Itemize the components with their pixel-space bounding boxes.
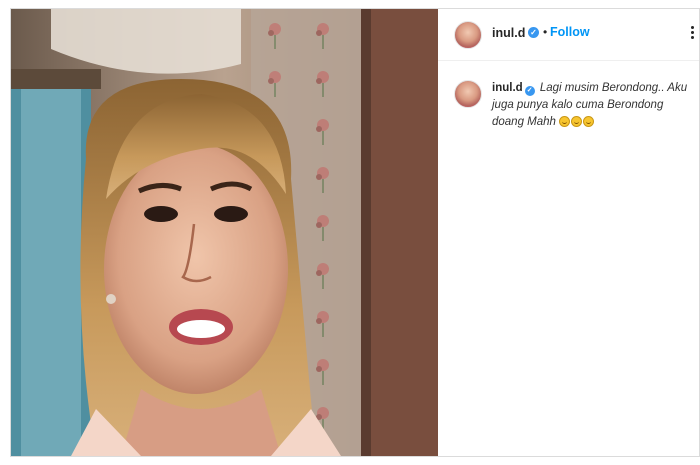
caption-username[interactable]: inul.d	[492, 82, 523, 94]
author-avatar[interactable]	[454, 21, 482, 49]
author-username[interactable]: inul.d	[492, 26, 525, 40]
more-options-icon[interactable]	[691, 26, 700, 40]
verified-badge-icon: ✓	[528, 27, 539, 38]
verified-badge-icon: ✓	[524, 86, 535, 96]
instagram-post: inul.d ✓ • Follow inul.d ✓ Lagi musim Ber…	[10, 8, 700, 457]
laughing-emoji-icon	[571, 116, 583, 127]
post-video[interactable]	[11, 9, 438, 456]
post-header: inul.d ✓ • Follow	[438, 9, 699, 61]
video-frame	[11, 9, 438, 456]
laughing-emoji-icon	[583, 116, 595, 127]
post-caption: inul.d ✓ Lagi musim Berondong.. Aku juga …	[492, 80, 690, 131]
post-side-panel: inul.d ✓ • Follow inul.d ✓ Lagi musim Ber…	[438, 9, 699, 456]
separator-dot: •	[543, 25, 548, 39]
caption-avatar[interactable]	[454, 80, 482, 108]
laughing-emoji-icon	[559, 116, 571, 127]
follow-button[interactable]: Follow	[550, 25, 590, 39]
